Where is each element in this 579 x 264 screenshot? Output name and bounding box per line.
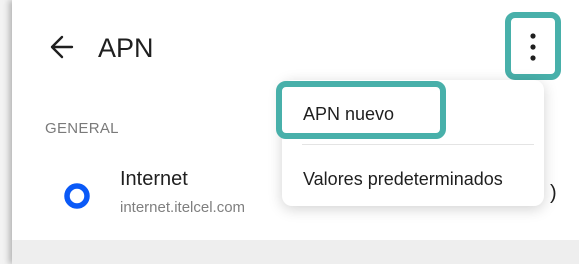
radio-selected-icon[interactable] bbox=[64, 183, 90, 209]
apn-settings-screen: APN GENERAL Internet internet.itelcel.co… bbox=[12, 0, 579, 264]
page-title: APN bbox=[98, 33, 154, 63]
apn-trailing-text: ) bbox=[550, 182, 557, 204]
menu-item-new-apn[interactable]: APN nuevo bbox=[276, 81, 544, 142]
menu-divider bbox=[302, 144, 534, 145]
arrow-left-icon[interactable] bbox=[48, 33, 76, 61]
more-options-button[interactable] bbox=[505, 12, 561, 80]
more-vertical-icon bbox=[530, 33, 536, 61]
menu-item-new-apn-label: APN nuevo bbox=[303, 104, 395, 124]
section-divider bbox=[12, 240, 579, 264]
menu-item-reset-defaults[interactable]: Valores predeterminados bbox=[282, 151, 544, 207]
section-label-general: GENERAL bbox=[45, 120, 119, 137]
apn-name: Internet bbox=[120, 168, 188, 190]
menu-item-reset-defaults-label: Valores predeterminados bbox=[303, 169, 503, 189]
overflow-menu: APN nuevo Valores predeterminados bbox=[276, 80, 544, 207]
apn-address: internet.itelcel.com bbox=[120, 199, 246, 216]
